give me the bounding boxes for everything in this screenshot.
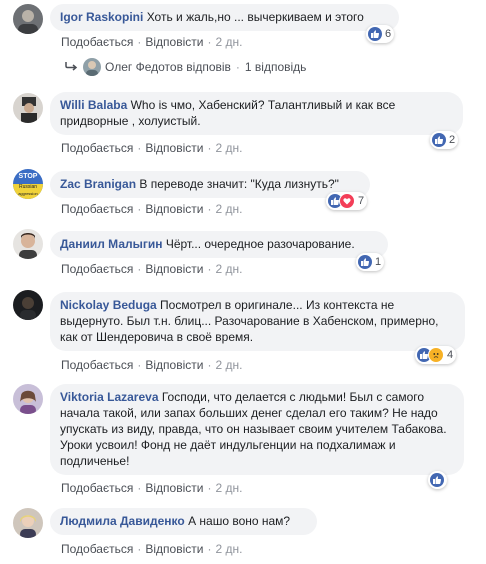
avatar[interactable]: STOP Russian aggression [13,169,43,199]
replies-link[interactable]: Олег Федотов відповів · 1 відповідь [64,58,306,76]
reply-author: Олег Федотов відповів [105,60,231,74]
comment-author[interactable]: Людмила Давиденко [60,514,185,528]
comment-timestamp[interactable]: 2 дн. [215,202,242,216]
comment-author[interactable]: Viktoria Lazareva [60,390,159,404]
comment-actions: Подобається · Відповісти · 2 дн. [61,202,243,216]
reply-link[interactable]: Відповісти [145,202,203,216]
avatar[interactable] [13,4,43,34]
like-link[interactable]: Подобається [61,542,133,556]
comment-actions: Подобається · Відповісти · 2 дн. [61,35,243,49]
reaction-summary[interactable]: 7 [326,192,368,210]
like-link[interactable]: Подобається [61,358,133,372]
comment-actions: Подобається · Відповісти · 2 дн. [61,481,243,495]
comment-bubble: Людмила Давиденко А нашо воно нам? [50,508,317,535]
comment-author[interactable]: Willi Balaba [60,98,127,112]
comment-timestamp[interactable]: 2 дн. [215,141,242,155]
like-icon [358,255,372,269]
reply-link[interactable]: Відповісти [145,542,203,556]
comment-timestamp[interactable]: 2 дн. [215,35,242,49]
reaction-count: 2 [449,134,456,146]
like-icon [432,133,446,147]
reaction-count: 4 [447,349,454,361]
comment-timestamp[interactable]: 2 дн. [215,358,242,372]
avatar-aggression-text: aggression [18,191,38,196]
reply-link[interactable]: Відповісти [145,35,203,49]
comment-author[interactable]: Nickolay Beduga [60,298,157,312]
like-link[interactable]: Подобається [61,35,133,49]
comment-actions: Подобається · Відповісти · 2 дн. [61,141,243,155]
like-link[interactable]: Подобається [61,262,133,276]
like-link[interactable]: Подобається [61,202,133,216]
like-icon [430,473,444,487]
comment-text: Чёрт... очередное разочарование. [165,237,355,251]
avatar[interactable] [13,290,43,320]
reply-link[interactable]: Відповісти [145,262,203,276]
reply-link[interactable]: Відповісти [145,141,203,155]
comment-actions: Подобається · Відповісти · 2 дн. [61,542,243,556]
reply-avatar [83,58,101,76]
reaction-count: 1 [375,256,382,268]
like-link[interactable]: Подобається [61,481,133,495]
comment-actions: Подобається · Відповісти · 2 дн. [61,262,243,276]
comment-author[interactable]: Zac Branigan [60,177,136,191]
avatar-russian-text: Russian [19,184,37,190]
reply-link[interactable]: Відповісти [145,481,203,495]
comment-bubble: Igor Raskopini Хоть и жаль,но ... вычерк… [50,4,399,31]
comment-text: Хоть и жаль,но ... вычеркиваем и этого [146,10,364,24]
comment-author[interactable]: Igor Raskopini [60,10,143,24]
reaction-count: 6 [385,28,392,40]
comment-text: В переводе значит: "Куда лизнуть?" [139,177,339,191]
avatar[interactable] [13,508,43,538]
avatar[interactable] [13,93,43,123]
sad-icon [428,347,444,363]
comment-bubble: Viktoria Lazareva Господи, что делается … [50,384,464,475]
reply-count: 1 відповідь [244,60,307,74]
reaction-count: 7 [358,195,365,207]
like-icon [368,27,382,41]
comment-bubble: Willi Balaba Who is чмо, Хабенский? Тала… [50,92,463,135]
reaction-summary[interactable]: 2 [430,131,459,149]
reaction-summary[interactable]: 6 [366,25,395,43]
avatar[interactable] [13,384,43,414]
comment-bubble: Nickolay Beduga Посмотрел в оригинале...… [50,292,465,351]
comment-bubble: Даниил Малыгин Чёрт... очередное разочар… [50,231,388,258]
reaction-summary[interactable] [428,471,447,489]
avatar-stop-text: STOP [19,173,38,180]
avatar[interactable] [13,229,43,259]
comment-timestamp[interactable]: 2 дн. [215,542,242,556]
comment-author[interactable]: Даниил Малыгин [60,237,163,251]
comment-bubble: Zac Branigan В переводе значит: "Куда ли… [50,171,370,198]
reaction-summary[interactable]: 1 [356,253,385,271]
comment-timestamp[interactable]: 2 дн. [215,481,242,495]
reply-link[interactable]: Відповісти [145,358,203,372]
comment-actions: Подобається · Відповісти · 2 дн. [61,358,243,372]
love-icon [339,193,355,209]
comment-text: А нашо воно нам? [188,514,291,528]
like-link[interactable]: Подобається [61,141,133,155]
reaction-summary[interactable]: 4 [415,346,457,364]
comment-timestamp[interactable]: 2 дн. [215,262,242,276]
reply-arrow-icon [64,60,78,74]
